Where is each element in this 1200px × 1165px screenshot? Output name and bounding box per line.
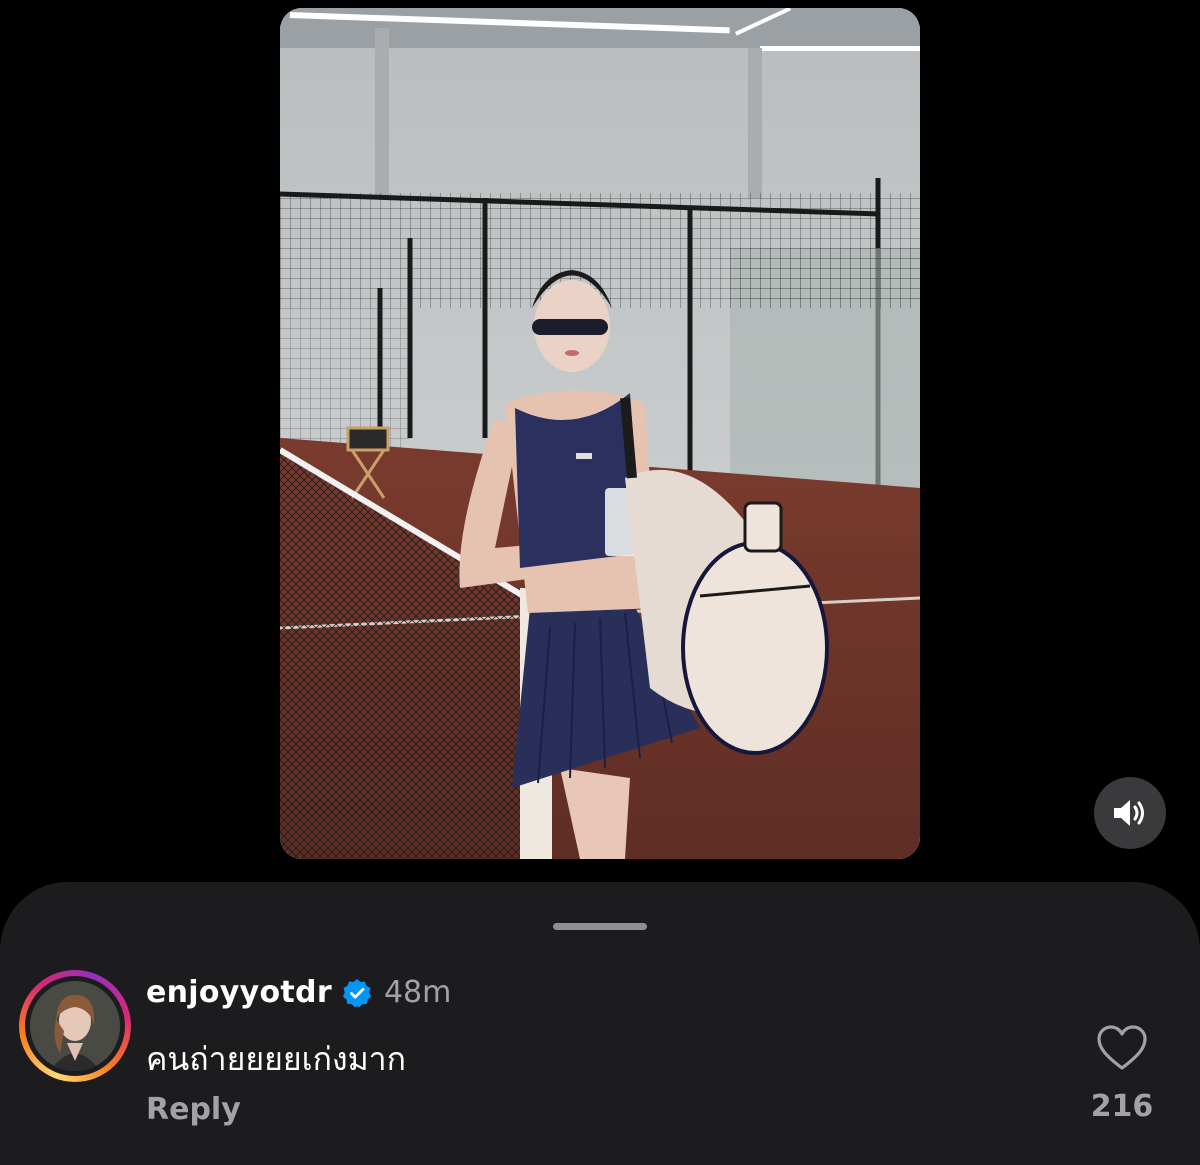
reply-button[interactable]: Reply <box>146 1092 241 1127</box>
story-ring[interactable] <box>19 970 131 1082</box>
like-count: 216 <box>1090 1089 1154 1124</box>
username[interactable]: enjoyyotdr <box>146 975 332 1010</box>
comments-sheet: enjoyyotdr 48m คนถ่ายยยยเก่งมาก Reply 21… <box>0 882 1200 1165</box>
tennis-court-photo <box>280 8 920 859</box>
sheet-grabber[interactable] <box>553 923 647 930</box>
speaker-on-icon <box>1114 800 1144 826</box>
avatar-photo <box>30 981 120 1071</box>
post-media[interactable] <box>280 8 920 859</box>
avatar[interactable] <box>30 981 120 1071</box>
verified-badge-icon <box>342 978 371 1007</box>
heart-outline-icon[interactable] <box>1096 1024 1148 1072</box>
screen: enjoyyotdr 48m คนถ่ายยยยเก่งมาก Reply 21… <box>0 0 1200 1165</box>
comment-timestamp: 48m <box>383 975 452 1010</box>
comment-text: คนถ่ายยยยเก่งมาก <box>146 1040 406 1078</box>
sound-toggle-button[interactable] <box>1094 777 1166 849</box>
comment-header: enjoyyotdr 48m <box>146 975 451 1010</box>
